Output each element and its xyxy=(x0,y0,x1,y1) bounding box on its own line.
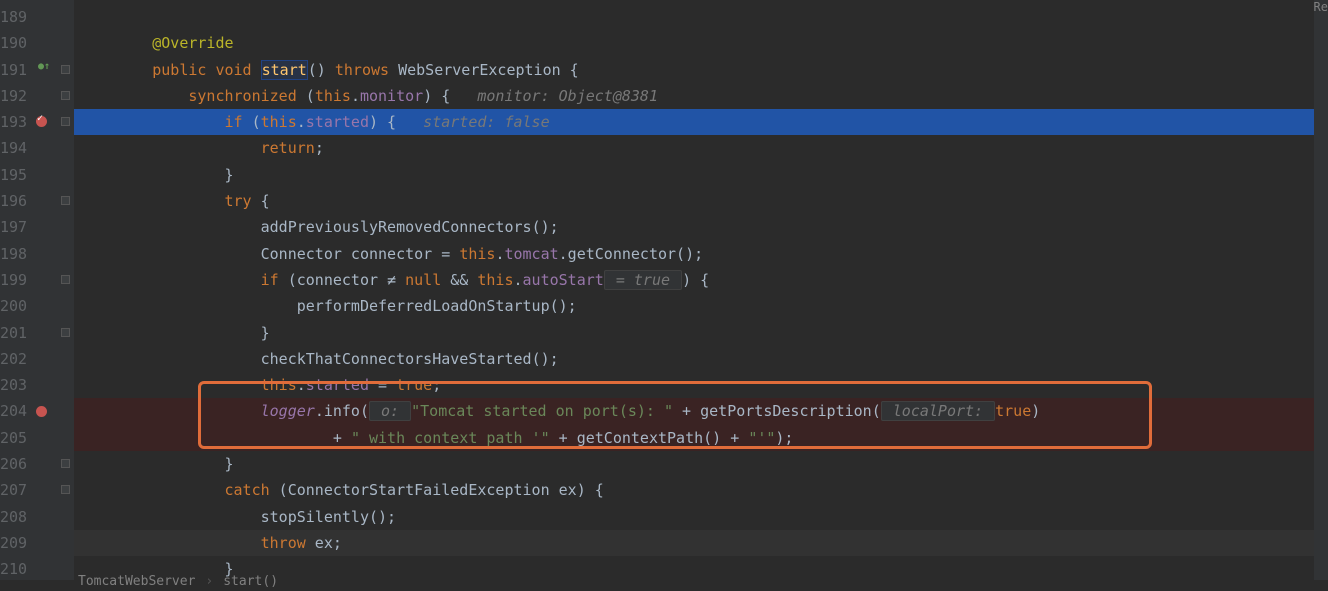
line-number[interactable]: 207 xyxy=(0,477,58,503)
line-number[interactable]: 208 xyxy=(0,504,58,530)
line-number[interactable]: 194 xyxy=(0,135,58,161)
code-line[interactable]: checkThatConnectorsHaveStarted(); xyxy=(74,346,1328,372)
line-number[interactable]: 198 xyxy=(0,241,58,267)
breadcrumb-separator-icon: › xyxy=(205,574,213,589)
line-number[interactable]: 202 xyxy=(0,346,58,372)
code-line[interactable]: + " with context path '" + getContextPat… xyxy=(74,425,1328,451)
fold-column[interactable] xyxy=(58,0,74,580)
breadcrumb-method[interactable]: start() xyxy=(223,574,278,589)
execution-line[interactable]: if (this.started) { started: false xyxy=(74,109,1328,135)
code-line[interactable]: catch (ConnectorStartFailedException ex)… xyxy=(74,477,1328,503)
error-stripe[interactable] xyxy=(1314,0,1328,580)
breakpoint-icon[interactable] xyxy=(36,406,47,417)
line-number[interactable]: 199 xyxy=(0,267,58,293)
fold-toggle-icon[interactable] xyxy=(61,459,70,468)
inline-hint: monitor: Object@8381 xyxy=(450,87,658,105)
code-line[interactable]: } xyxy=(74,451,1328,477)
line-number[interactable]: 205 xyxy=(0,425,58,451)
code-line[interactable]: return; xyxy=(74,135,1328,161)
line-number[interactable]: 197 xyxy=(0,214,58,240)
annotation: @Override xyxy=(152,34,233,52)
method-name: start xyxy=(261,60,308,80)
breakpoint-line[interactable]: logger.info( o: "Tomcat started on port(… xyxy=(74,398,1328,424)
line-number[interactable]: 190 xyxy=(0,30,58,56)
param-hint: localPort: xyxy=(881,401,995,421)
code-line[interactable]: public void start() throws WebServerExce… xyxy=(74,57,1328,83)
line-number[interactable]: 210 xyxy=(0,556,58,582)
line-number[interactable]: 203 xyxy=(0,372,58,398)
vcs-change-icon[interactable]: ●↑ xyxy=(36,61,50,75)
fold-toggle-icon[interactable] xyxy=(61,328,70,337)
code-line[interactable]: } xyxy=(74,320,1328,346)
line-number[interactable]: 204 xyxy=(0,398,58,424)
code-line[interactable]: throw ex; xyxy=(74,530,1328,556)
line-number[interactable]: 200 xyxy=(0,293,58,319)
line-number[interactable]: 192 xyxy=(0,83,58,109)
fold-toggle-icon[interactable] xyxy=(61,196,70,205)
fold-toggle-icon[interactable] xyxy=(61,275,70,284)
line-number[interactable]: 196 xyxy=(0,188,58,214)
code-line[interactable]: @Override xyxy=(74,30,1328,56)
inline-hint: = true xyxy=(604,270,682,290)
line-number[interactable]: 209 xyxy=(0,530,58,556)
line-number[interactable]: 193 xyxy=(0,109,58,135)
breadcrumbs[interactable]: TomcatWebServer › start() xyxy=(78,571,278,591)
inline-hint: started: false xyxy=(396,113,550,131)
line-number-gutter[interactable]: 1891901911921931941951961971981992002012… xyxy=(0,0,58,580)
line-number[interactable]: 189 xyxy=(0,4,58,30)
fold-toggle-icon[interactable] xyxy=(61,117,70,126)
code-line[interactable]: synchronized (this.monitor) { monitor: O… xyxy=(74,83,1328,109)
line-number[interactable]: 206 xyxy=(0,451,58,477)
code-area[interactable]: @Override public void start() throws Web… xyxy=(74,0,1328,580)
line-number[interactable]: 201 xyxy=(0,320,58,346)
code-line[interactable]: } xyxy=(74,162,1328,188)
fold-toggle-icon[interactable] xyxy=(61,91,70,100)
breadcrumb-class[interactable]: TomcatWebServer xyxy=(78,574,195,589)
code-line[interactable]: stopSilently(); xyxy=(74,504,1328,530)
fold-toggle-icon[interactable] xyxy=(61,65,70,74)
right-label: Re xyxy=(1314,0,1328,14)
code-line[interactable]: this.started = true; xyxy=(74,372,1328,398)
code-line[interactable]: if (connector ≠ null && this.autoStart =… xyxy=(74,267,1328,293)
fold-toggle-icon[interactable] xyxy=(61,485,70,494)
code-line[interactable]: addPreviouslyRemovedConnectors(); xyxy=(74,214,1328,240)
code-line[interactable]: Connector connector = this.tomcat.getCon… xyxy=(74,241,1328,267)
param-hint: o: xyxy=(369,401,411,421)
code-line[interactable]: performDeferredLoadOnStartup(); xyxy=(74,293,1328,319)
code-line[interactable] xyxy=(74,4,1328,30)
code-line[interactable]: try { xyxy=(74,188,1328,214)
code-editor[interactable]: 1891901911921931941951961971981992002012… xyxy=(0,0,1328,580)
line-number[interactable]: 195 xyxy=(0,162,58,188)
